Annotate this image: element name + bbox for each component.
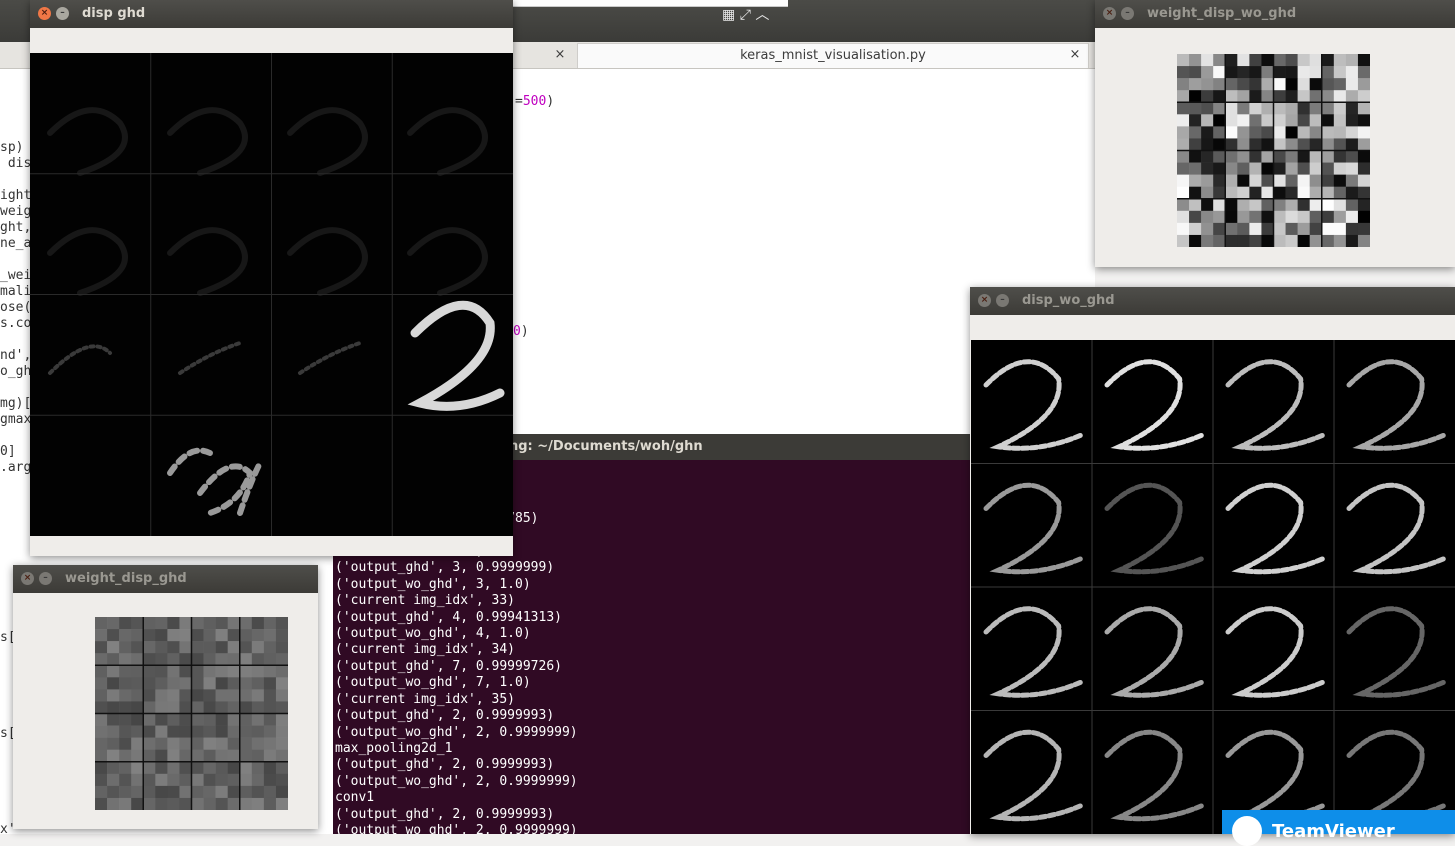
terminal-line: conv1 — [335, 790, 375, 806]
teamviewer-badge[interactable]: TeamViewer — [1222, 810, 1455, 846]
window-controls[interactable]: ▦ ⤢ ︿ — [722, 4, 778, 26]
terminal-line: ('output_wo_ghd', 2, 0.9999999) — [335, 773, 578, 789]
window-titlebar[interactable]: × – weight_disp_wo_ghd — [1095, 0, 1455, 28]
code-line: =500) — [515, 94, 554, 109]
feature-map-image — [971, 340, 1455, 834]
close-icon[interactable]: × — [1103, 7, 1116, 20]
code-operator: = — [515, 94, 523, 109]
terminal-line: ('output_ghd', 4, 0.99941313) — [335, 609, 562, 625]
weight-grid — [1177, 54, 1371, 248]
terminal-line: ('output_ghd', 2, 0.9999993) — [335, 708, 555, 724]
terminal-line: ('output_wo_ghd', 2, 0.9999999) — [335, 724, 578, 740]
terminal-line: ('output_wo_ghd', 3, 1.0) — [335, 576, 531, 592]
weight-grid-image — [1177, 54, 1371, 248]
weight-disp-wo-ghd-window[interactable]: × – weight_disp_wo_ghd — [1095, 0, 1455, 267]
terminal-line: ('output_ghd', 3, 0.9999999) — [335, 560, 555, 576]
window-title: weight_disp_wo_ghd — [1147, 6, 1297, 21]
disp-wo-ghd-window[interactable]: × – disp_wo_ghd — [970, 287, 1455, 834]
terminal-line: ('current img_idx', 35) — [335, 691, 516, 707]
code-paren: ) — [546, 94, 555, 109]
weight-grid-image — [95, 617, 289, 811]
disp-ghd-window[interactable]: × – disp ghd — [30, 0, 513, 556]
expand-icon[interactable]: ⤢ — [740, 7, 751, 23]
tab-close-icon[interactable]: × — [1068, 43, 1082, 67]
window-title: disp ghd — [82, 6, 146, 21]
window-title: weight_disp_ghd — [65, 571, 187, 586]
tab-keras-mnist-visualisation[interactable]: keras_mnist_visualisation.py — [577, 43, 1089, 68]
terminal-line: ('output_ghd', 2, 0.9999993) — [335, 757, 555, 773]
feature-map-grid — [971, 340, 1455, 834]
code-line: 0) — [513, 324, 529, 339]
code-paren: ) — [520, 324, 529, 339]
terminal-line: ('output_ghd', 2, 0.9999993) — [335, 806, 555, 822]
terminal-line: ('output_wo_ghd', 4, 1.0) — [335, 626, 531, 642]
code-number: 0 — [513, 324, 521, 339]
terminal-line: max_pooling2d_1 — [335, 740, 453, 756]
minimize-icon[interactable]: – — [1121, 7, 1134, 20]
minimize-icon[interactable]: – — [56, 7, 69, 20]
window-titlebar[interactable]: × – weight_disp_ghd — [13, 565, 318, 593]
terminal-line: ('current img_idx', 34) — [335, 642, 516, 658]
code-number: 500 — [522, 94, 547, 109]
window-titlebar[interactable]: × – disp ghd — [30, 0, 513, 28]
tab-close-icon[interactable]: × — [553, 43, 567, 67]
terminal-line: ('output_wo_ghd', 7, 1.0) — [335, 675, 531, 691]
window-title: disp_wo_ghd — [1022, 293, 1115, 308]
grid-icon[interactable]: ▦ — [722, 7, 735, 23]
window-titlebar[interactable]: × – disp_wo_ghd — [970, 287, 1455, 315]
close-icon[interactable]: × — [978, 294, 991, 307]
feature-map-image — [30, 53, 513, 536]
close-icon[interactable]: × — [21, 572, 34, 585]
terminal-line: ('output_ghd', 7, 0.99999726) — [335, 658, 562, 674]
chevron-up-icon[interactable]: ︿ — [755, 7, 769, 23]
close-icon[interactable]: × — [38, 7, 51, 20]
minimize-icon[interactable]: – — [996, 294, 1009, 307]
terminal-line: ('output_wo_ghd', 2, 0.9999999) — [335, 822, 578, 834]
teamviewer-label: TeamViewer — [1272, 821, 1395, 842]
weight-disp-ghd-window[interactable]: × – weight_disp_ghd — [13, 565, 318, 829]
teamviewer-icon — [1232, 816, 1262, 846]
feature-map-grid — [30, 53, 513, 536]
weight-grid — [95, 617, 289, 811]
terminal-line: ('current img_idx', 33) — [335, 593, 516, 609]
minimize-icon[interactable]: – — [39, 572, 52, 585]
terminal-title: ng: ~/Documents/woh/ghn — [509, 439, 703, 454]
